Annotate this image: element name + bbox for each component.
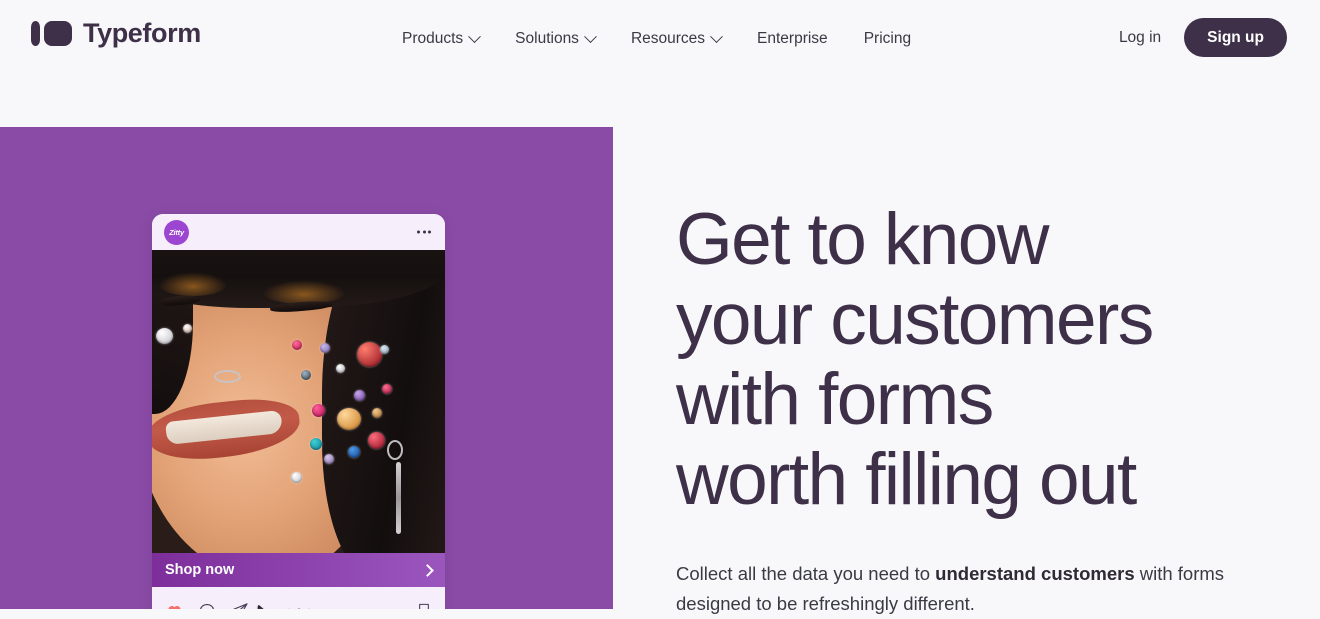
hero-visual-panel: Zitty Shop now bbox=[0, 127, 613, 609]
nav-item-solutions[interactable]: Solutions bbox=[515, 26, 607, 52]
shop-now-label: Shop now bbox=[165, 562, 235, 578]
mouse-cursor-icon bbox=[257, 605, 264, 609]
main-navigation: Products Solutions Resources Enterprise … bbox=[402, 26, 923, 52]
brand-name: Typeform bbox=[83, 18, 201, 48]
nav-label: Products bbox=[402, 30, 464, 47]
hero-section: Zitty Shop now Get to know your customer… bbox=[0, 127, 1320, 614]
share-icon[interactable] bbox=[230, 602, 249, 610]
post-photo bbox=[152, 250, 445, 553]
nav-item-products[interactable]: Products bbox=[402, 26, 491, 52]
nav-label: Pricing bbox=[863, 30, 912, 47]
chevron-down-icon bbox=[710, 29, 723, 43]
hero-subtitle: Collect all the data you need to underst… bbox=[676, 559, 1276, 619]
nav-item-pricing[interactable]: Pricing bbox=[864, 26, 923, 52]
chevron-down-icon bbox=[584, 29, 597, 43]
social-post-card: Zitty Shop now bbox=[152, 214, 445, 609]
heart-icon[interactable] bbox=[165, 602, 184, 610]
post-header: Zitty bbox=[152, 214, 445, 250]
signup-button[interactable]: Sign up bbox=[1184, 18, 1287, 57]
chevron-right-icon bbox=[421, 563, 434, 577]
login-link[interactable]: Log in bbox=[1117, 25, 1163, 51]
nav-item-resources[interactable]: Resources bbox=[631, 26, 733, 52]
chevron-down-icon bbox=[468, 29, 482, 43]
avatar[interactable]: Zitty bbox=[164, 219, 189, 245]
shop-now-cta[interactable]: Shop now bbox=[152, 553, 445, 587]
header-actions: Log in Sign up bbox=[1117, 18, 1287, 57]
brand-logo[interactable]: Typeform bbox=[31, 20, 201, 47]
comment-icon[interactable] bbox=[198, 602, 216, 610]
site-header: Typeform Products Solutions Resources En… bbox=[0, 0, 1320, 127]
nav-label: Resources bbox=[630, 30, 706, 47]
nav-item-enterprise[interactable]: Enterprise bbox=[757, 26, 840, 52]
nav-label: Solutions bbox=[515, 30, 579, 47]
page-title: Get to know your customers with forms wo… bbox=[676, 199, 1154, 520]
typeform-logo-icon bbox=[31, 21, 72, 46]
subtitle-highlight: understand customers bbox=[935, 563, 1135, 584]
subtitle-part-1: Collect all the data you need to bbox=[676, 563, 936, 584]
hero-copy: Get to know your customers with forms wo… bbox=[676, 127, 1296, 619]
post-actions-bar bbox=[152, 587, 445, 609]
more-options-icon[interactable] bbox=[417, 230, 431, 234]
bookmark-icon[interactable] bbox=[416, 601, 432, 609]
nav-label: Enterprise bbox=[757, 30, 828, 47]
